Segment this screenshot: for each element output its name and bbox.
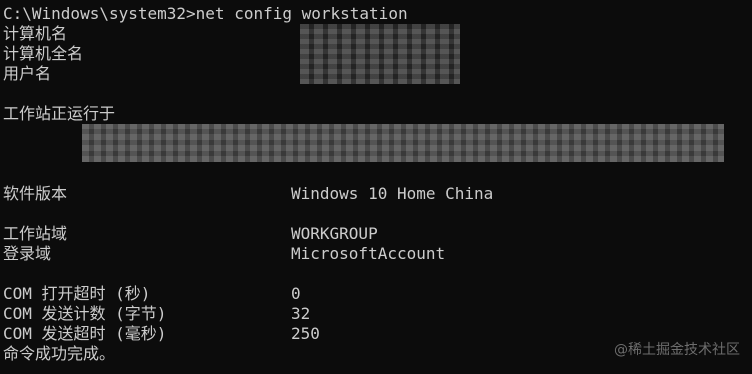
redacted-transport-info — [82, 124, 724, 162]
label-logon-domain: 登录域 — [3, 244, 52, 263]
label-software-version: 软件版本 — [3, 184, 68, 203]
label-com-open-timeout: COM 打开超时 (秒) — [3, 284, 151, 303]
value-software-version: Windows 10 Home China — [291, 184, 494, 203]
value-logon-domain: MicrosoftAccount — [291, 244, 446, 263]
command-line: C:\Windows\system32>net config workstati… — [3, 4, 408, 23]
label-computer-name: 计算机名 — [3, 24, 68, 43]
value-com-send-timeout: 250 — [291, 324, 320, 343]
label-full-computer-name: 计算机全名 — [3, 44, 84, 63]
label-user-name: 用户名 — [3, 64, 52, 83]
value-com-send-count: 32 — [291, 304, 311, 323]
label-workstation-running-on: 工作站正运行于 — [3, 104, 116, 123]
command-prompt-window[interactable]: C:\Windows\system32>net config workstati… — [0, 0, 752, 374]
value-workstation-domain: WORKGROUP — [291, 224, 378, 243]
watermark: @稀土掘金技术社区 — [614, 342, 740, 358]
completion-message: 命令成功完成。 — [3, 344, 116, 363]
label-workstation-domain: 工作站域 — [3, 224, 68, 243]
label-com-send-count: COM 发送计数 (字节) — [3, 304, 167, 323]
label-com-send-timeout: COM 发送超时 (毫秒) — [3, 324, 167, 343]
value-com-open-timeout: 0 — [291, 284, 301, 303]
redacted-computer-user-info — [300, 24, 460, 84]
